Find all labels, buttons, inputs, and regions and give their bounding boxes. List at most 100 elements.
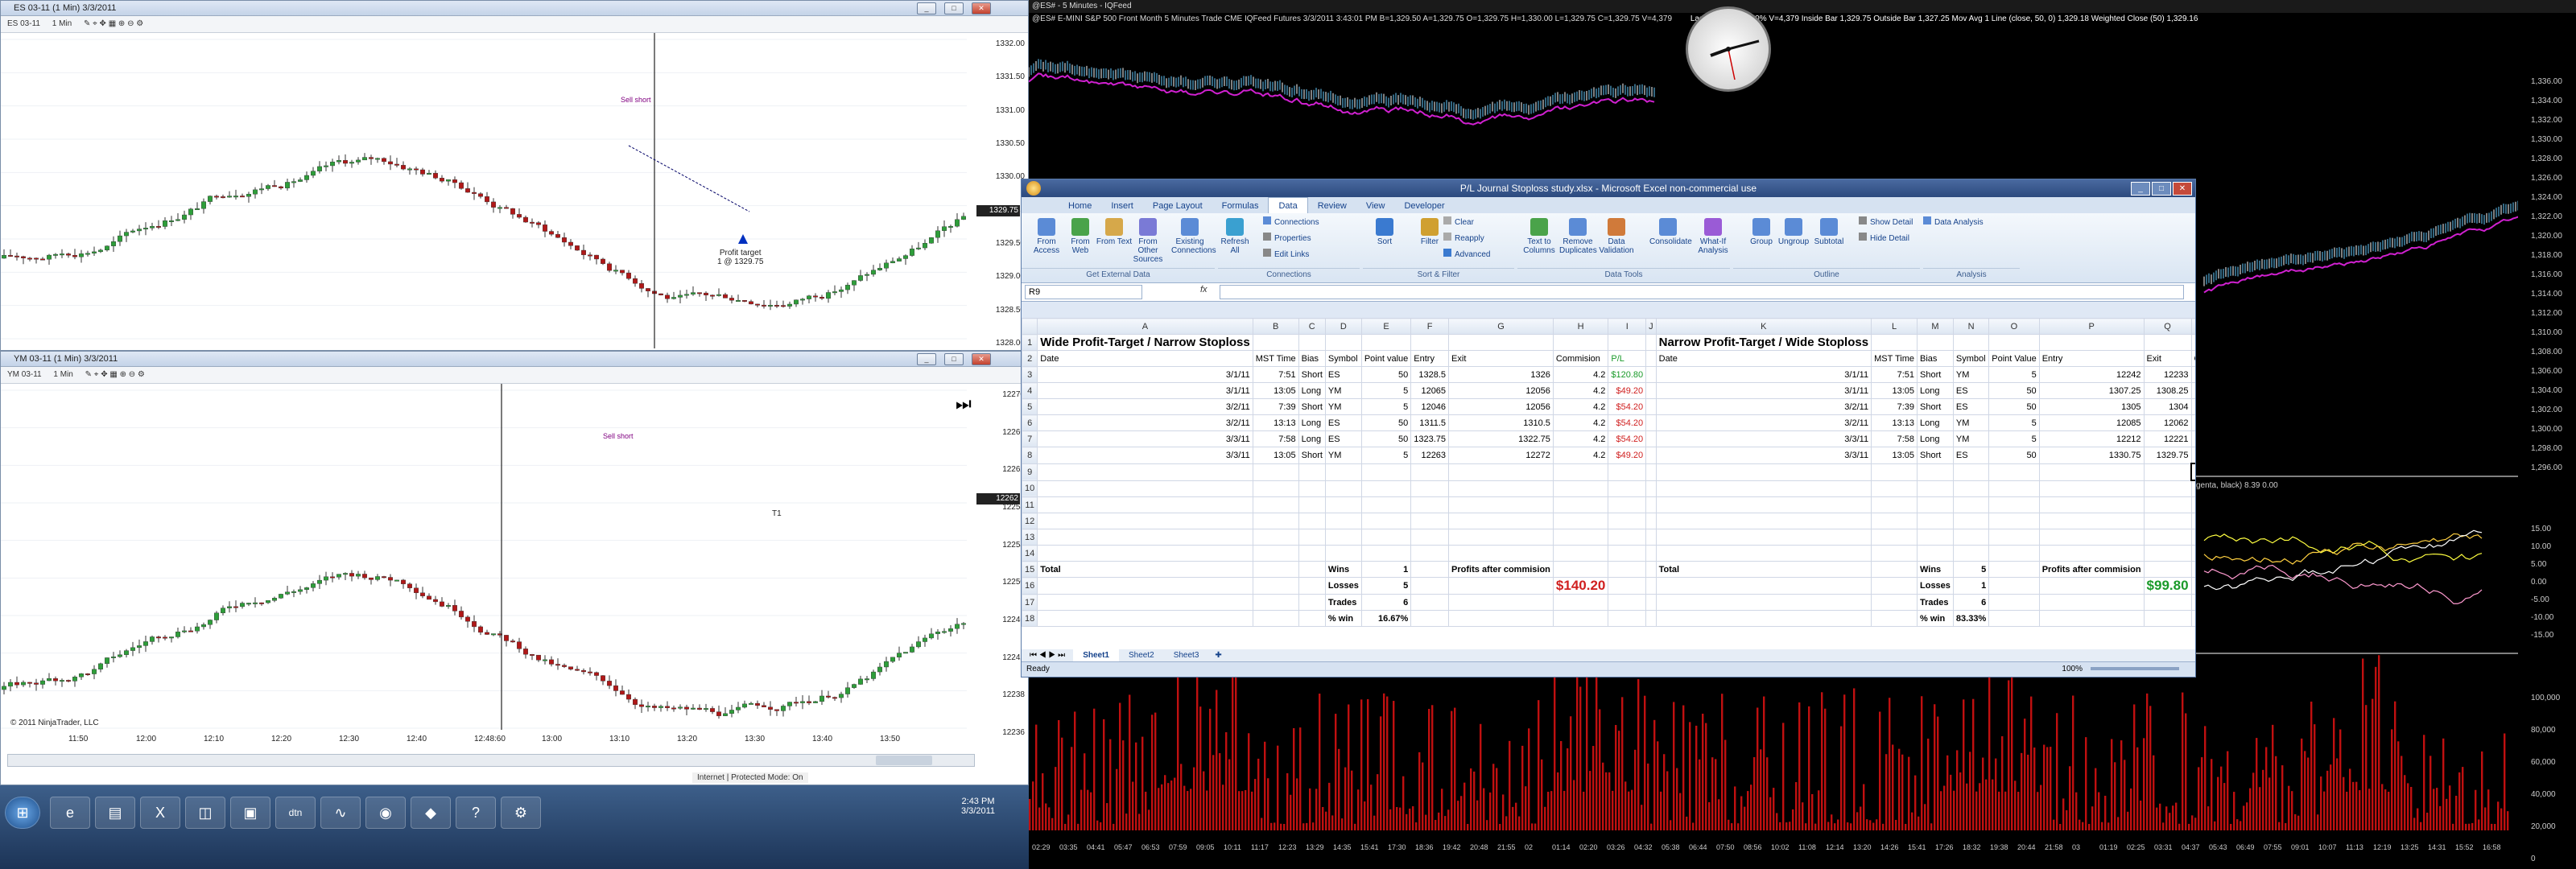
column-header[interactable]: D: [1324, 318, 1362, 335]
tab-home[interactable]: Home: [1059, 198, 1101, 214]
cell[interactable]: [2143, 480, 2192, 497]
cell[interactable]: [1988, 577, 2040, 595]
ribbon-data-validation-button[interactable]: Data Validation: [1598, 218, 1635, 255]
cell[interactable]: Short: [1298, 366, 1326, 383]
drawing-tools-icon[interactable]: ✎ ⌖ ✥ ▦ ⊕ ⊖ ⚙: [85, 370, 145, 379]
cell[interactable]: Wide Profit-Target / Narrow Stoploss: [1037, 334, 1253, 351]
excel-office-icon[interactable]: [1026, 181, 1041, 196]
cell[interactable]: [2143, 529, 2192, 546]
cell[interactable]: [1645, 382, 1657, 399]
ribbon-data-analysis-button[interactable]: Data Analysis: [1923, 216, 1996, 227]
cell[interactable]: [1552, 334, 1609, 351]
cell[interactable]: [1037, 513, 1253, 529]
cell[interactable]: 12062: [2143, 414, 2192, 431]
app-icon[interactable]: ∿: [320, 797, 361, 829]
tab-review[interactable]: Review: [1308, 198, 1356, 214]
cell[interactable]: Bias: [1298, 350, 1326, 367]
cell[interactable]: 4.2: [1552, 447, 1609, 464]
cell[interactable]: [1037, 610, 1253, 627]
cell[interactable]: [1871, 561, 1918, 578]
cell[interactable]: [1037, 545, 1253, 562]
cell[interactable]: [1871, 480, 1918, 497]
cell[interactable]: 3/2/11: [1655, 398, 1872, 415]
row-header[interactable]: 4: [1022, 382, 1038, 399]
cell[interactable]: [1298, 577, 1326, 595]
cell[interactable]: [1552, 610, 1609, 627]
ribbon-hide-detail-button[interactable]: Hide Detail: [1859, 233, 1931, 243]
cell[interactable]: 1322.75: [1448, 430, 1554, 447]
interval-select[interactable]: 1 Min: [52, 19, 72, 28]
cell[interactable]: Exit: [2143, 350, 2192, 367]
cell[interactable]: 12272: [1448, 447, 1554, 464]
cell[interactable]: [1324, 545, 1362, 562]
cell[interactable]: [2038, 594, 2145, 611]
cell[interactable]: 1: [1360, 561, 1412, 578]
cell[interactable]: 13:13: [1871, 414, 1918, 431]
row-header[interactable]: 1: [1022, 334, 1038, 351]
cell[interactable]: Wins: [1324, 561, 1362, 578]
maximize-button[interactable]: □: [944, 353, 964, 365]
cell[interactable]: Long: [1298, 430, 1326, 447]
column-header[interactable]: C: [1298, 318, 1326, 335]
cell[interactable]: [1645, 447, 1657, 464]
cell[interactable]: 12085: [2038, 414, 2145, 431]
cell[interactable]: [1655, 463, 1872, 481]
cell[interactable]: Profits after commision: [2038, 561, 2145, 578]
cell[interactable]: [2143, 610, 2192, 627]
cell[interactable]: [1917, 334, 1954, 351]
cell[interactable]: [2190, 496, 2195, 513]
cell[interactable]: 3/3/11: [1655, 430, 1872, 447]
cell[interactable]: 50: [1360, 366, 1412, 383]
column-header[interactable]: Q: [2143, 318, 2192, 335]
cell[interactable]: [1037, 480, 1253, 497]
cell[interactable]: [2143, 496, 2192, 513]
cell[interactable]: 5: [1360, 447, 1412, 464]
ribbon-refresh-all-button[interactable]: Refresh All: [1216, 218, 1253, 255]
cell[interactable]: [1608, 463, 1647, 481]
column-header[interactable]: P: [2038, 318, 2145, 335]
cell[interactable]: [1448, 594, 1554, 611]
cell[interactable]: 5: [1360, 398, 1412, 415]
cell[interactable]: [1655, 610, 1872, 627]
cell[interactable]: 4.2: [1552, 430, 1609, 447]
cell[interactable]: 50: [1988, 398, 2040, 415]
cell[interactable]: [1298, 463, 1326, 481]
cell[interactable]: [1298, 545, 1326, 562]
cell[interactable]: [1871, 545, 1918, 562]
cell[interactable]: [1252, 545, 1299, 562]
cell[interactable]: [1448, 480, 1554, 497]
cell[interactable]: 4.2: [2190, 382, 2195, 399]
cell[interactable]: 1323.75: [1410, 430, 1450, 447]
cell[interactable]: Entry: [1410, 350, 1450, 367]
zoom-level[interactable]: 100%: [2062, 662, 2083, 677]
cell[interactable]: [1608, 334, 1647, 351]
cell[interactable]: [1324, 480, 1362, 497]
cell[interactable]: [1952, 480, 1990, 497]
ribbon-existing-connections-button[interactable]: Existing Connections: [1171, 218, 1216, 255]
cell[interactable]: 16.67%: [1360, 610, 1412, 627]
cell[interactable]: [1298, 496, 1326, 513]
excel-minimize-button[interactable]: _: [2131, 182, 2150, 196]
formula-input[interactable]: [1220, 285, 2184, 299]
cell[interactable]: 12263: [1410, 447, 1450, 464]
cell[interactable]: $49.20: [1608, 447, 1647, 464]
cell[interactable]: [1645, 610, 1657, 627]
row-header[interactable]: 18: [1022, 610, 1038, 627]
ribbon-from-access-button[interactable]: From Access: [1028, 218, 1065, 255]
cell[interactable]: 7:39: [1871, 398, 1918, 415]
close-button[interactable]: ✕: [972, 2, 991, 14]
cell[interactable]: [1252, 334, 1299, 351]
cell[interactable]: [1645, 398, 1657, 415]
cell[interactable]: 3/3/11: [1655, 447, 1872, 464]
cell[interactable]: [1552, 561, 1609, 578]
cell[interactable]: Narrow Profit-Target / Wide Stoploss: [1655, 334, 1872, 351]
cell[interactable]: [1871, 496, 1918, 513]
app3-icon[interactable]: ?: [456, 797, 496, 829]
cell[interactable]: [1952, 513, 1990, 529]
ym-window-titlebar[interactable]: YM 03-11 (1 Min) 3/3/2011 _ □ ✕: [1, 352, 1028, 367]
cell[interactable]: [1608, 545, 1647, 562]
cell[interactable]: 3/2/11: [1037, 398, 1253, 415]
cell[interactable]: Long: [1917, 382, 1954, 399]
row-header[interactable]: 5: [1022, 398, 1038, 415]
cell[interactable]: 5: [1360, 577, 1412, 595]
